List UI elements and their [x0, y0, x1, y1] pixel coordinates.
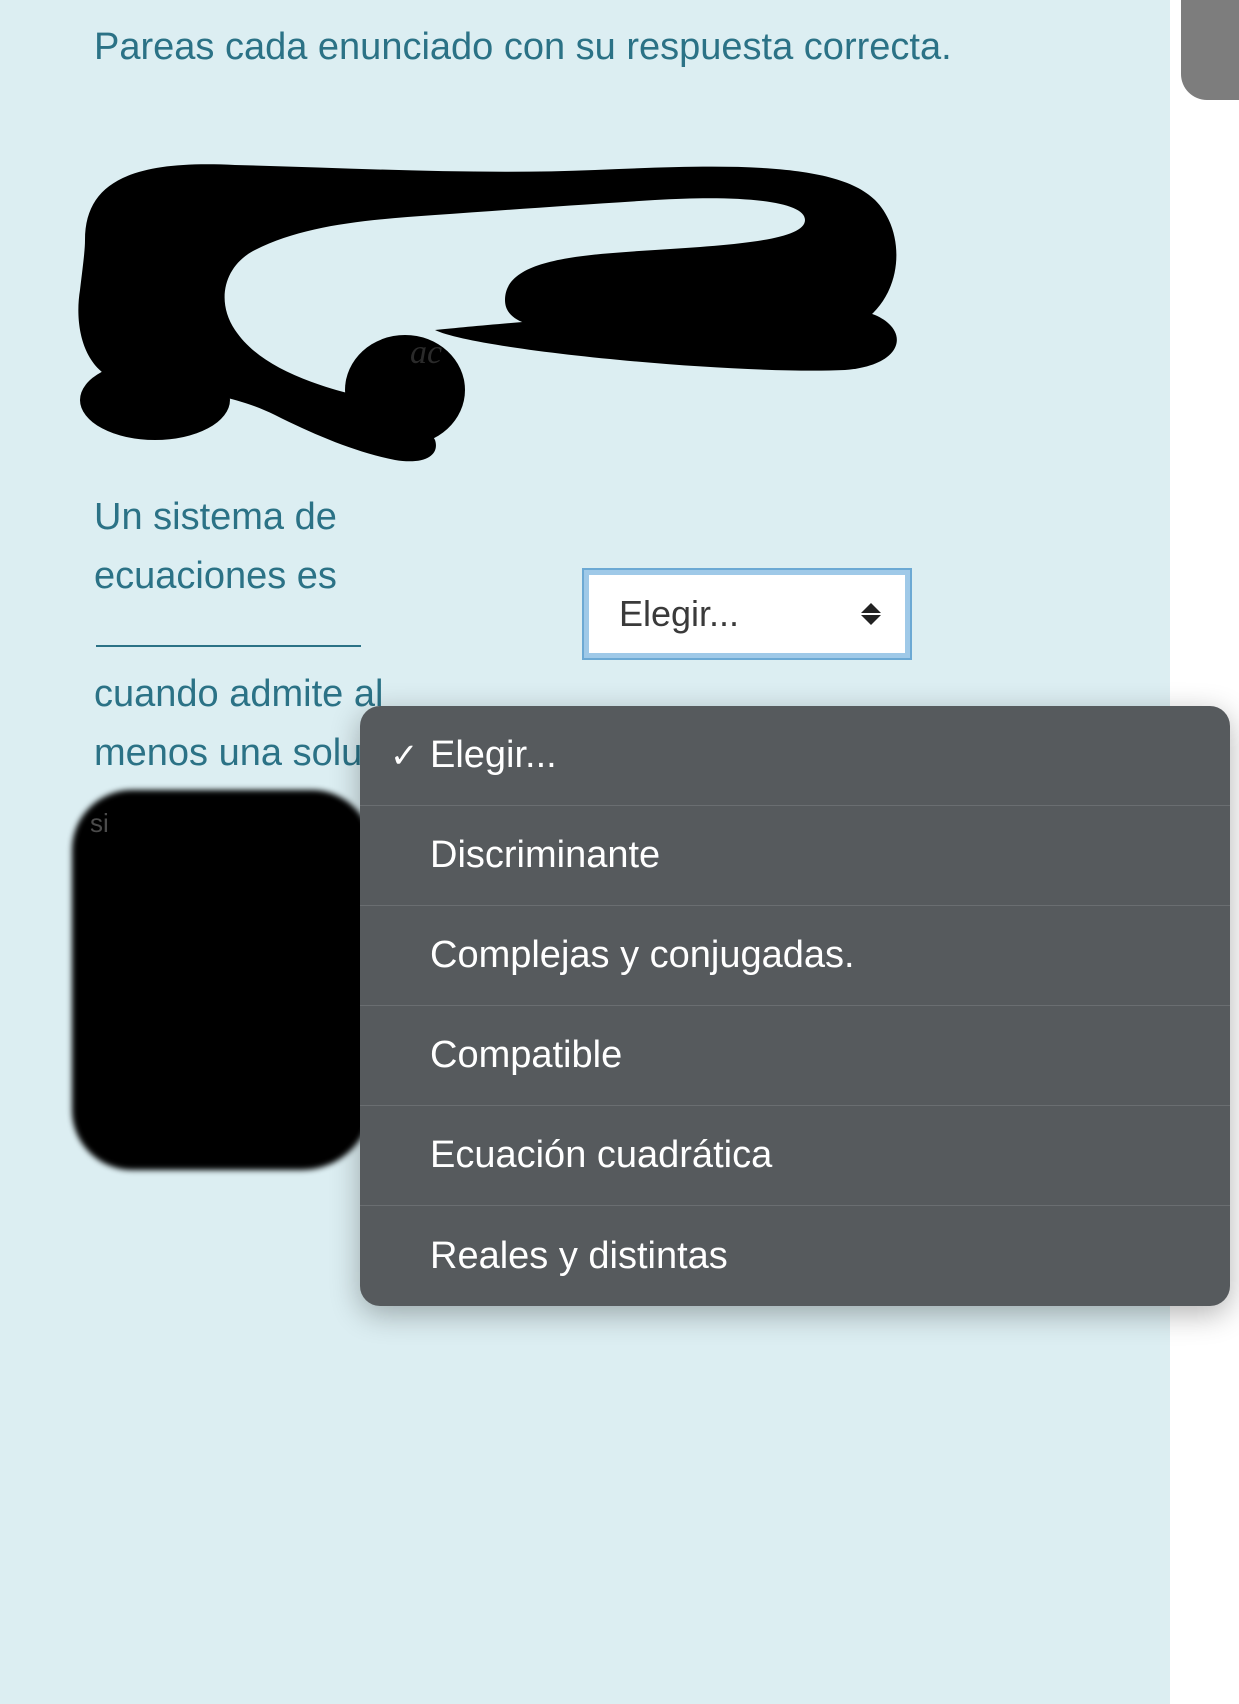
dropdown-option-label: Compatible	[430, 1034, 622, 1077]
redacted-region-2	[72, 790, 372, 1170]
dropdown-option-label: Ecuación cuadrática	[430, 1134, 772, 1177]
dropdown-option-label: Elegir...	[430, 734, 557, 777]
question-line-1: Un sistema de ecuaciones es	[94, 496, 337, 597]
redacted-region-1	[55, 140, 935, 470]
blank-fill	[96, 645, 361, 647]
dropdown-option-discriminante[interactable]: Discriminante	[360, 806, 1230, 906]
dropdown-option-complejas[interactable]: Complejas y conjugadas.	[360, 906, 1230, 1006]
check-icon: ✓	[390, 736, 430, 776]
quiz-content: Pareas cada enunciado con su respuesta c…	[0, 0, 1170, 1704]
answer-select[interactable]: Elegir...	[584, 570, 910, 658]
dropdown-option-placeholder[interactable]: ✓ Elegir...	[360, 706, 1230, 806]
select-arrows-icon	[861, 603, 881, 625]
side-tab-handle[interactable]	[1181, 0, 1239, 100]
dropdown-option-reales[interactable]: Reales y distintas	[360, 1206, 1230, 1306]
dropdown-option-label: Reales y distintas	[430, 1235, 728, 1278]
dropdown-option-ecuacion[interactable]: Ecuación cuadrática	[360, 1106, 1230, 1206]
dropdown-option-label: Complejas y conjugadas.	[430, 934, 855, 977]
partial-visible-text: ac	[410, 334, 442, 372]
instruction-text: Pareas cada enunciado con su respuesta c…	[94, 18, 1090, 77]
dropdown-option-compatible[interactable]: Compatible	[360, 1006, 1230, 1106]
dropdown-option-label: Discriminante	[430, 834, 660, 877]
redacted-partial-text: si	[90, 808, 109, 839]
dropdown-menu: ✓ Elegir... Discriminante Complejas y co…	[360, 706, 1230, 1306]
select-current-value: Elegir...	[619, 593, 739, 635]
